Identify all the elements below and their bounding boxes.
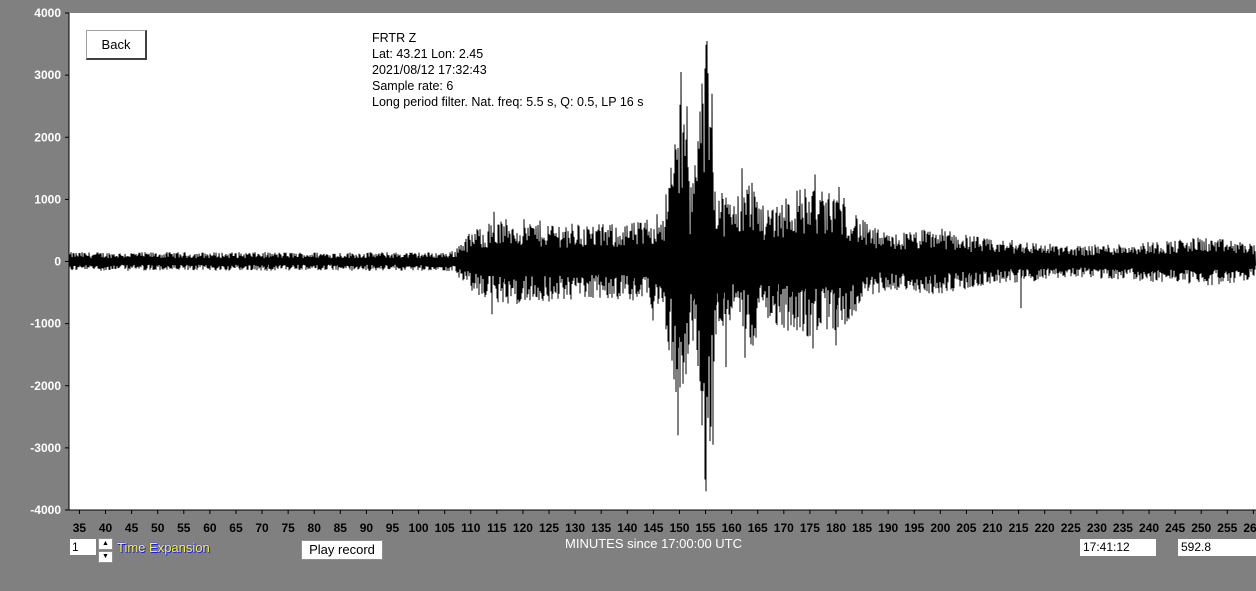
cursor-value-field: 592.8 bbox=[1178, 539, 1256, 556]
station-location: Lat: 43.21 Lon: 2.45 bbox=[372, 47, 484, 61]
x-tick-label: 35 bbox=[73, 521, 87, 535]
x-tick-label: 230 bbox=[1087, 521, 1107, 535]
x-tick-label: 120 bbox=[513, 521, 533, 535]
x-tick-label: 220 bbox=[1035, 521, 1055, 535]
x-tick-label: 255 bbox=[1217, 521, 1237, 535]
time-expansion-label: Time Expansion bbox=[117, 540, 210, 555]
y-tick-label: -4000 bbox=[30, 503, 61, 517]
x-tick-label: 185 bbox=[852, 521, 872, 535]
x-tick-label: 40 bbox=[99, 521, 113, 535]
x-tick-label: 85 bbox=[334, 521, 348, 535]
x-tick-label: 165 bbox=[748, 521, 768, 535]
x-tick-label: 130 bbox=[565, 521, 585, 535]
x-tick-label: 195 bbox=[904, 521, 924, 535]
y-tick-label: -3000 bbox=[30, 441, 61, 455]
x-tick-label: 260 bbox=[1243, 521, 1256, 535]
x-tick-label: 60 bbox=[203, 521, 217, 535]
x-tick-label: 55 bbox=[177, 521, 191, 535]
x-tick-label: 80 bbox=[308, 521, 322, 535]
station-info: FRTR Z Lat: 43.21 Lon: 2.45 2021/08/12 1… bbox=[372, 30, 643, 110]
x-tick-label: 110 bbox=[461, 521, 481, 535]
x-tick-label: 95 bbox=[386, 521, 400, 535]
sample-rate: Sample rate: 6 bbox=[372, 79, 454, 93]
filter-description: Long period filter. Nat. freq: 5.5 s, Q:… bbox=[372, 95, 644, 109]
cursor-time-field: 17:41:12 bbox=[1080, 539, 1156, 556]
x-tick-label: 245 bbox=[1165, 521, 1185, 535]
x-tick-label: 190 bbox=[878, 521, 898, 535]
y-tick-label: -2000 bbox=[30, 379, 61, 393]
record-datetime: 2021/08/12 17:32:43 bbox=[372, 63, 487, 77]
x-tick-label: 105 bbox=[435, 521, 455, 535]
x-tick-label: 200 bbox=[930, 521, 950, 535]
y-tick-label: 4000 bbox=[34, 6, 61, 20]
x-tick-label: 125 bbox=[539, 521, 559, 535]
x-tick-label: 115 bbox=[487, 521, 507, 535]
x-tick-label: 45 bbox=[125, 521, 139, 535]
x-axis: 35 40 45 50 55 60 65 70 75 80 85 90 95 100 105 110 115 12… bbox=[73, 510, 1256, 535]
x-tick-label: 160 bbox=[722, 521, 742, 535]
time-expansion-input[interactable]: 1 bbox=[70, 539, 96, 555]
x-tick-label: 90 bbox=[360, 521, 374, 535]
y-tick-label: -1000 bbox=[30, 317, 61, 331]
x-tick-label: 235 bbox=[1113, 521, 1133, 535]
x-tick-label: 180 bbox=[826, 521, 846, 535]
back-button[interactable]: Back bbox=[86, 30, 147, 60]
station-code: FRTR Z bbox=[372, 31, 417, 45]
y-tick-label: 2000 bbox=[34, 130, 61, 144]
x-tick-label: 140 bbox=[617, 521, 637, 535]
x-tick-label: 155 bbox=[696, 521, 716, 535]
y-tick-label: 3000 bbox=[34, 68, 61, 82]
y-tick-label: 0 bbox=[54, 255, 61, 269]
spin-up-icon[interactable]: ▲ bbox=[98, 538, 113, 550]
x-tick-label: 205 bbox=[956, 521, 976, 535]
play-record-button[interactable]: Play record bbox=[301, 540, 383, 560]
x-tick-label: 135 bbox=[591, 521, 611, 535]
x-tick-label: 65 bbox=[229, 521, 243, 535]
x-tick-label: 175 bbox=[800, 521, 820, 535]
x-tick-label: 100 bbox=[409, 521, 429, 535]
spin-down-icon[interactable]: ▼ bbox=[98, 551, 113, 563]
y-tick-label: 1000 bbox=[34, 192, 61, 206]
x-tick-label: 170 bbox=[774, 521, 794, 535]
x-tick-label: 145 bbox=[643, 521, 663, 535]
x-tick-label: 75 bbox=[281, 521, 295, 535]
x-tick-label: 70 bbox=[255, 521, 269, 535]
x-tick-label: 250 bbox=[1191, 521, 1211, 535]
x-tick-label: 210 bbox=[982, 521, 1002, 535]
x-tick-label: 50 bbox=[151, 521, 165, 535]
x-tick-label: 215 bbox=[1009, 521, 1029, 535]
x-tick-label: 240 bbox=[1139, 521, 1159, 535]
y-axis: 4000 3000 2000 1000 0 -1000 -2000 -3000 -4000 bbox=[30, 6, 69, 517]
x-axis-label: MINUTES since 17:00:00 UTC bbox=[565, 536, 743, 551]
x-tick-label: 150 bbox=[669, 521, 689, 535]
x-tick-label: 225 bbox=[1061, 521, 1081, 535]
